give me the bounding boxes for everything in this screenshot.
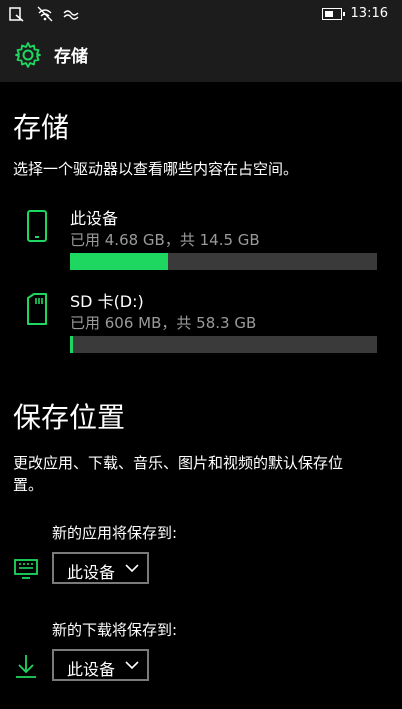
status-time: 13:16 bbox=[350, 6, 388, 21]
app-header: 存储 bbox=[0, 28, 402, 82]
status-bar: 13:16 bbox=[0, 0, 402, 28]
dropdown-value: 此设备 bbox=[67, 563, 116, 582]
save-locations-heading: 保存位置 bbox=[13, 401, 126, 434]
chevron-down-icon bbox=[125, 661, 139, 670]
save-locations-description-line2: 置。 bbox=[13, 476, 44, 494]
setting-label: 新的下载将保存到: bbox=[52, 621, 178, 639]
wifi-off-icon bbox=[37, 6, 53, 22]
drive-usage: 已用 4.68 GB，共 14.5 GB bbox=[70, 231, 260, 249]
storage-description: 选择一个驱动器以查看哪些内容在占空间。 bbox=[13, 160, 299, 178]
setting-label: 新的应用将保存到: bbox=[52, 524, 178, 542]
drive-item-sd-card[interactable]: SD 卡(D:) 已用 606 MB，共 58.3 GB bbox=[0, 288, 402, 358]
drive-usage-fill bbox=[70, 253, 168, 270]
page-title: 存储 bbox=[54, 47, 88, 67]
drive-item-this-device[interactable]: 此设备 已用 4.68 GB，共 14.5 GB bbox=[0, 205, 402, 275]
download-icon bbox=[16, 655, 36, 678]
drive-name: SD 卡(D:) bbox=[70, 292, 144, 311]
drive-usage-bar bbox=[70, 253, 377, 270]
download-save-location-dropdown[interactable]: 此设备 bbox=[52, 649, 149, 681]
storage-heading: 存储 bbox=[13, 111, 70, 144]
chevron-down-icon bbox=[125, 564, 139, 573]
app-icon bbox=[14, 559, 38, 579]
drive-usage-fill bbox=[70, 336, 73, 353]
gear-icon[interactable] bbox=[13, 40, 43, 70]
battery-icon bbox=[322, 8, 345, 20]
dropdown-value: 此设备 bbox=[67, 660, 116, 679]
phone-icon bbox=[27, 210, 47, 242]
save-locations-description: 更改应用、下载、音乐、图片和视频的默认保存位 置。 bbox=[13, 452, 343, 496]
app-save-location-dropdown[interactable]: 此设备 bbox=[52, 552, 149, 584]
drive-name: 此设备 bbox=[70, 209, 119, 228]
drive-usage-bar bbox=[70, 336, 377, 353]
device-status-icon bbox=[9, 7, 24, 22]
save-locations-description-line1: 更改应用、下载、音乐、图片和视频的默认保存位 bbox=[13, 454, 344, 472]
network-icon bbox=[63, 10, 79, 20]
sd-card-icon bbox=[27, 293, 47, 325]
drive-usage: 已用 606 MB，共 58.3 GB bbox=[70, 314, 257, 332]
